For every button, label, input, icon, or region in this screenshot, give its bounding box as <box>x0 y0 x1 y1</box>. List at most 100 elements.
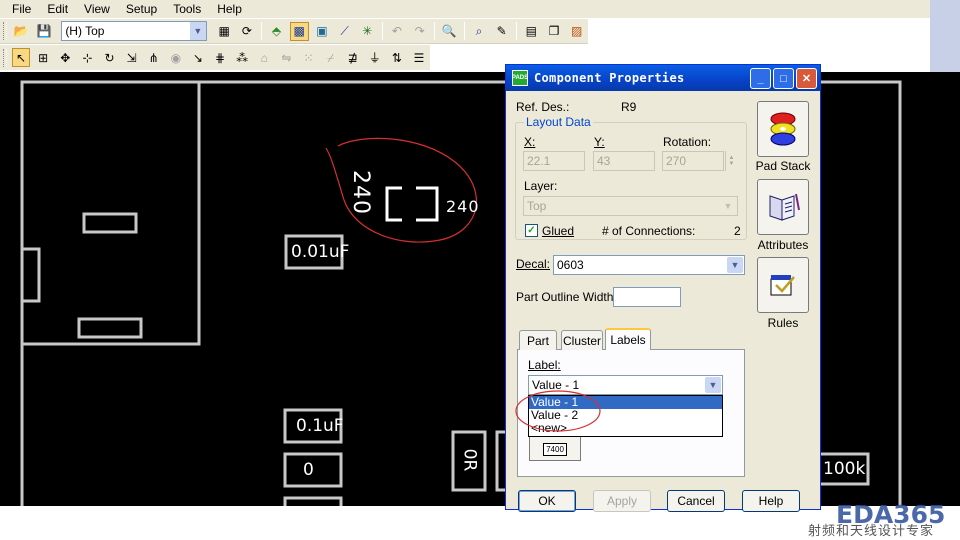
ecc-toolbar-icon[interactable]: ▩ <box>289 21 309 41</box>
stretch-icon[interactable]: ⇲ <box>123 48 141 67</box>
rotation-label: Rotation: <box>663 135 712 149</box>
menu-edit[interactable]: Edit <box>37 2 74 16</box>
split-icon[interactable]: ⋔ <box>145 48 163 67</box>
dialog-titlebar[interactable]: PADS Component Properties _ □ ✕ <box>506 65 820 91</box>
cancel-button[interactable]: Cancel <box>667 490 725 512</box>
rotation-value: 270 <box>666 154 687 168</box>
menu-help[interactable]: Help <box>207 2 248 16</box>
redo-icon[interactable]: ↷ <box>410 22 429 41</box>
canvas-edge <box>930 72 960 506</box>
select-pointer-icon[interactable]: ↖ <box>11 48 31 67</box>
array-icon[interactable]: ⁙ <box>299 48 317 67</box>
pad-outline <box>82 212 138 234</box>
outline-width-field[interactable] <box>613 287 681 307</box>
tab-part[interactable]: Part <box>519 330 557 350</box>
decal-combo[interactable]: 0603 ▼ <box>553 255 745 275</box>
layer-combo: Top ▼ <box>523 196 738 216</box>
drafting-toolbar-icon[interactable]: ▣ <box>313 22 332 41</box>
connections-value: 2 <box>734 224 741 238</box>
route-trace-icon[interactable]: ⊹ <box>78 48 96 67</box>
rotation-field: 270 <box>662 151 724 171</box>
r9-value-label: 240 <box>446 197 480 216</box>
menu-file[interactable]: File <box>2 2 37 16</box>
toolbar-separator <box>433 22 435 40</box>
tab-labels[interactable]: Labels <box>605 328 651 350</box>
y-value: 43 <box>597 154 611 168</box>
pads-router-icon[interactable]: ▨ <box>567 22 586 41</box>
swap-icon[interactable]: ⇅ <box>388 48 406 67</box>
ok-button[interactable]: OK <box>518 490 576 512</box>
add-component-icon[interactable]: ⊞ <box>34 48 52 67</box>
route-icon[interactable]: ⟋ <box>335 22 354 41</box>
save-icon[interactable]: 💾 <box>35 22 54 41</box>
pad-outline <box>77 317 143 339</box>
dimension-icon[interactable]: ↘ <box>189 48 207 67</box>
toolbar-grip[interactable] <box>3 22 7 40</box>
label-field-label: Label: <box>528 358 561 372</box>
menu-view[interactable]: View <box>74 2 116 16</box>
ref-des-label: Ref. Des.: <box>516 100 570 114</box>
brush-icon[interactable]: ✎ <box>492 22 511 41</box>
tab-labels-label: Labels <box>610 333 646 347</box>
attributes-book-icon <box>769 193 800 221</box>
attributes-button[interactable] <box>757 179 809 235</box>
move-icon[interactable]: ✥ <box>56 48 74 67</box>
y-label: Y: <box>594 135 605 149</box>
r9-pad <box>416 186 439 222</box>
cam-output-icon[interactable]: ▤ <box>522 22 541 41</box>
x-value: 22.1 <box>527 154 551 168</box>
verify-design-icon[interactable]: ⌕ <box>470 22 489 41</box>
resistor-label-100k: 100k <box>823 459 866 479</box>
miter-icon[interactable]: ⌿ <box>322 48 340 67</box>
radial-move-icon[interactable]: ↻ <box>100 48 118 67</box>
tune-icon[interactable]: ⌂ <box>255 48 273 67</box>
pad-stack-button[interactable] <box>757 101 809 157</box>
glued-checkbox[interactable]: ✓ <box>525 224 538 237</box>
resistor-label-0: 0 <box>303 460 314 480</box>
zoom-icon[interactable]: 🔍 <box>440 22 459 41</box>
tab-cluster[interactable]: Cluster <box>561 330 603 350</box>
tab-part-label: Part <box>526 333 549 348</box>
r9-rotated-label: 240 <box>348 170 373 215</box>
bga-toolbar-icon[interactable]: ✳ <box>358 22 377 41</box>
list-icon[interactable]: ☰ <box>410 48 428 67</box>
layer-select-value: (H) Top <box>65 24 105 38</box>
open-folder-icon[interactable]: 📂 <box>12 22 31 41</box>
cancel-label: Cancel <box>677 494 715 508</box>
undo-icon[interactable]: ↶ <box>388 22 407 41</box>
toolbar-grip[interactable] <box>3 48 7 67</box>
menu-tools[interactable]: Tools <box>163 2 207 16</box>
help-label: Help <box>758 494 784 508</box>
toolbar-separator <box>261 22 263 40</box>
apply-button[interactable]: Apply <box>593 490 651 512</box>
tab-cluster-label: Cluster <box>562 333 601 348</box>
standard-toolbar: 📂 💾 (H) Top ▼ ▦ ⟳ ⬘ ▩ ▣ ⟋ ✳ ↶ ↷ 🔍 ⌕ ✎ ▤ … <box>0 19 588 44</box>
layer-select[interactable]: (H) Top ▼ <box>61 21 207 41</box>
cap-label-0.1uF: 0.1uF <box>296 416 344 436</box>
minimize-button[interactable]: _ <box>750 68 771 89</box>
chevron-down-icon: ▼ <box>189 22 206 40</box>
help-button[interactable]: Help <box>742 490 800 512</box>
ground-icon[interactable]: ⏚ <box>366 48 384 67</box>
pad-stack-icon <box>770 112 796 146</box>
decal-label: Decal: <box>516 257 551 271</box>
rules-button[interactable] <box>757 257 809 313</box>
align-icon[interactable]: ⋣ <box>344 48 362 67</box>
ok-label: OK <box>538 494 556 508</box>
design-toolbar-icon[interactable]: ⬘ <box>267 22 286 41</box>
cap-label-0.01uF: 0.01uF <box>291 242 350 262</box>
spread-icon[interactable]: ⋕ <box>211 48 229 67</box>
redraw-icon[interactable]: ⟳ <box>238 22 257 41</box>
add-via-icon[interactable]: ◉ <box>167 48 185 67</box>
window-icon[interactable]: ❐ <box>545 22 564 41</box>
toolbar-separator <box>463 22 465 40</box>
menu-setup[interactable]: Setup <box>116 2 163 16</box>
flip-icon[interactable]: ⇋ <box>277 48 295 67</box>
close-button[interactable]: ✕ <box>796 68 817 89</box>
maximize-button[interactable]: □ <box>773 68 794 89</box>
resistor-outline <box>283 496 343 506</box>
properties-icon[interactable]: ▦ <box>215 22 234 41</box>
attributes-label: Attributes <box>757 238 809 252</box>
cluster-icon[interactable]: ⁂ <box>233 48 251 67</box>
watermark: EDA365 射频和天线设计专家 <box>806 484 956 539</box>
